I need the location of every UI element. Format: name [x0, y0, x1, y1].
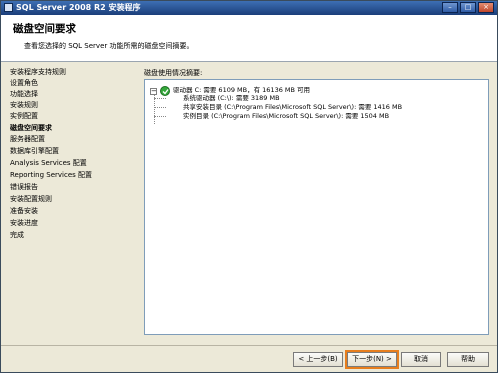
nav-item-feature-selection[interactable]: 功能选择 — [10, 89, 38, 99]
tree-item-system-drive[interactable]: 系统驱动器 (C:\): 需要 3189 MB — [183, 94, 280, 103]
window-controls: – □ × — [442, 2, 494, 13]
app-icon — [4, 3, 13, 12]
nav-item-database-engine-configuration[interactable]: 数据库引擎配置 — [10, 146, 59, 156]
nav-item-server-configuration[interactable]: 服务器配置 — [10, 134, 45, 144]
next-button[interactable]: 下一步(N) > — [345, 350, 399, 369]
nav-item-disk-space-requirements[interactable]: 磁盘空间要求 — [10, 123, 52, 133]
nav-item-installation-rules[interactable]: 安装规则 — [10, 100, 38, 110]
back-button[interactable]: < 上一步(B) — [293, 352, 343, 367]
check-icon — [160, 86, 170, 96]
nav-item-installation-progress[interactable]: 安装进度 — [10, 218, 38, 228]
nav-item-ready-to-install[interactable]: 准备安装 — [10, 206, 38, 216]
tree-item-shared-directory[interactable]: 共享安装目录 (C:\Program Files\Microsoft SQL S… — [183, 103, 402, 112]
nav-item-complete[interactable]: 完成 — [10, 230, 24, 240]
page-title: 磁盘空间要求 — [13, 23, 76, 35]
nav-item-setup-support-rules[interactable]: 安装程序支持规则 — [10, 67, 66, 77]
tree-connector — [154, 116, 166, 117]
tree-connector — [154, 98, 166, 99]
help-button[interactable]: 帮助 — [447, 352, 489, 367]
nav-item-installation-configuration-rules[interactable]: 安装配置规则 — [10, 194, 52, 204]
nav-item-setup-role[interactable]: 设置角色 — [10, 78, 38, 88]
setup-steps-nav: 安装程序支持规则 设置角色 功能选择 安装规则 实例配置 磁盘空间要求 服务器配… — [1, 62, 136, 340]
tree-item-instance-directory[interactable]: 实例目录 (C:\Program Files\Microsoft SQL Ser… — [183, 112, 389, 121]
close-button[interactable]: × — [478, 2, 494, 13]
disk-usage-tree[interactable]: − 驱动器 C: 需要 6109 MB，有 16136 MB 可用 系统驱动器 … — [144, 79, 489, 335]
nav-item-analysis-services-configuration[interactable]: Analysis Services 配置 — [10, 158, 87, 168]
disk-usage-summary-label: 磁盘使用情况摘要: — [144, 69, 203, 77]
collapse-icon[interactable]: − — [150, 88, 157, 95]
footer-divider — [1, 345, 497, 346]
title-bar: SQL Server 2008 R2 安装程序 – □ × — [1, 1, 497, 15]
nav-item-reporting-services-configuration[interactable]: Reporting Services 配置 — [10, 170, 92, 180]
maximize-button[interactable]: □ — [460, 2, 476, 13]
setup-window: SQL Server 2008 R2 安装程序 – □ × 磁盘空间要求 查看您… — [0, 0, 498, 373]
minimize-button[interactable]: – — [442, 2, 458, 13]
cancel-button[interactable]: 取消 — [401, 352, 441, 367]
tree-connector — [154, 107, 166, 108]
page-subtitle: 查看您选择的 SQL Server 功能所需的磁盘空间摘要。 — [24, 42, 194, 50]
page-header: 磁盘空间要求 查看您选择的 SQL Server 功能所需的磁盘空间摘要。 — [1, 15, 497, 62]
nav-item-instance-configuration[interactable]: 实例配置 — [10, 111, 38, 121]
nav-item-error-reporting[interactable]: 错误报告 — [10, 182, 38, 192]
window-title: SQL Server 2008 R2 安装程序 — [16, 3, 141, 12]
